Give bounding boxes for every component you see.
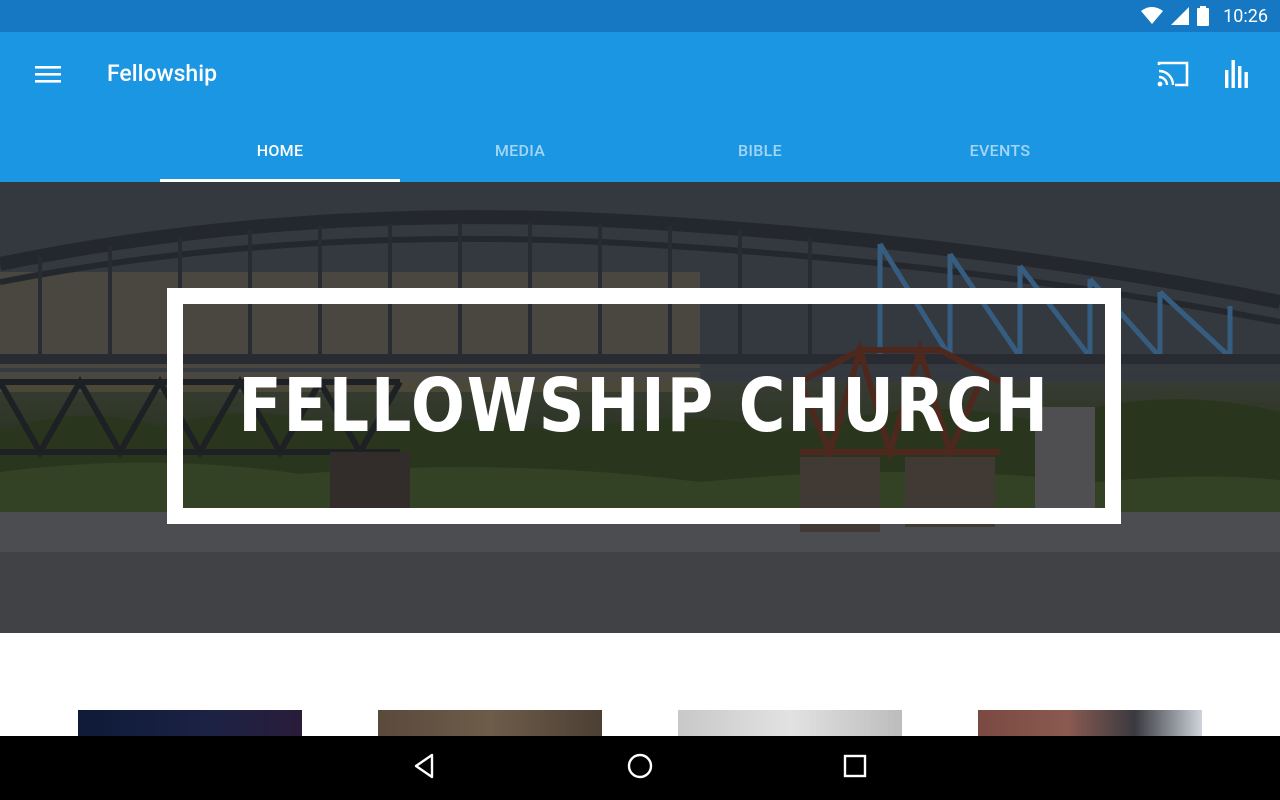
content-tile[interactable] (678, 710, 902, 736)
home-icon (626, 752, 654, 784)
content-tile[interactable] (978, 710, 1202, 736)
cast-button[interactable] (1149, 52, 1197, 100)
status-bar: 10:26 (0, 0, 1280, 32)
stats-button[interactable] (1213, 52, 1261, 100)
content-tile[interactable] (78, 710, 302, 736)
content-tile[interactable] (378, 710, 602, 736)
recents-button[interactable] (831, 744, 879, 792)
back-icon (412, 753, 436, 783)
system-nav-bar (0, 736, 1280, 800)
recents-icon (843, 754, 867, 782)
app-bar: Fellowship HOME MEDIA BIBLE EVENTS (0, 32, 1280, 182)
hero-title: FELLOWSHIP CHURCH (238, 363, 1050, 449)
wifi-icon (1141, 7, 1164, 25)
tab-bible[interactable]: BIBLE (640, 118, 880, 182)
hero-banner[interactable]: FELLOWSHIP CHURCH (0, 182, 1280, 633)
cast-icon (1157, 61, 1189, 91)
status-time: 10:26 (1223, 5, 1268, 27)
tab-media[interactable]: MEDIA (400, 118, 640, 182)
signal-icon (1171, 7, 1190, 25)
back-button[interactable] (400, 744, 448, 792)
menu-icon (35, 64, 61, 88)
tab-events[interactable]: EVENTS (880, 118, 1120, 182)
home-button[interactable] (616, 744, 664, 792)
menu-button[interactable] (24, 52, 72, 100)
stats-icon (1224, 60, 1250, 92)
app-title: Fellowship (107, 60, 218, 87)
battery-icon (1197, 6, 1210, 26)
tab-bar: HOME MEDIA BIBLE EVENTS (160, 118, 1120, 182)
tab-home[interactable]: HOME (160, 118, 400, 182)
